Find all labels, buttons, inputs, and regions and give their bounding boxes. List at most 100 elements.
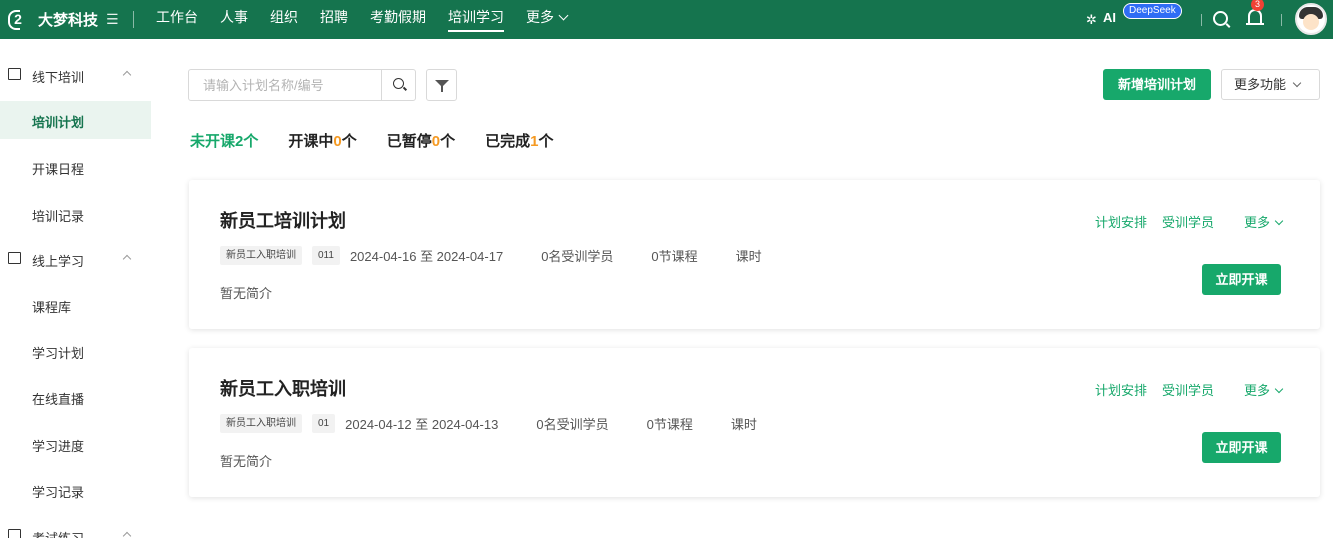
top-navigation-bar: 2 大梦科技 ☰ 工作台 人事 组织 招聘 考勤假期 培训学习 更多 ✲ AI … <box>0 0 1333 39</box>
sidebar-group-label: 线上学习 <box>32 254 85 269</box>
tab-suffix: 个 <box>341 133 357 150</box>
start-course-button[interactable]: 立即开课 <box>1202 432 1281 463</box>
main-nav: 工作台 人事 组织 招聘 考勤假期 培训学习 更多 <box>156 0 589 39</box>
company-logo[interactable]: 2 大梦科技 ☰ <box>8 8 119 30</box>
sidebar-item-label: 学习进度 <box>32 439 85 454</box>
sidebar-item-label: 培训记录 <box>32 209 85 224</box>
notification-badge: 3 <box>1251 0 1264 11</box>
nav-personnel[interactable]: 人事 <box>220 0 248 39</box>
plan-trainees-link[interactable]: 受训学员 <box>1162 212 1214 231</box>
plan-trainee-count: 0名受训学员 <box>541 248 614 264</box>
sidebar-item-study-plan[interactable]: 学习计划 <box>0 332 151 370</box>
nav-organization[interactable]: 组织 <box>270 0 298 39</box>
status-tabs: 未开课2个 开课中0个 已暂停0个 已完成1个 <box>190 130 584 151</box>
bell-icon[interactable] <box>1246 9 1264 25</box>
tab-not-started[interactable]: 未开课2个 <box>190 130 258 151</box>
tab-label: 开课中 <box>288 133 334 150</box>
ai-assistant-button[interactable]: AI <box>1103 10 1116 25</box>
ai-sparkle-icon[interactable]: ✲ <box>1086 12 1097 28</box>
filter-button[interactable] <box>426 69 457 101</box>
plan-actions: 计划安排 受训学员 更多 <box>1080 212 1284 231</box>
sidebar-group-offline-training[interactable]: 线下培训 <box>0 55 160 95</box>
sidebar-item-study-records[interactable]: 学习记录 <box>0 471 151 509</box>
plan-course-count: 0节课程 <box>651 248 698 264</box>
chevron-up-icon <box>122 531 132 538</box>
chevron-down-icon <box>1274 384 1284 394</box>
more-functions-dropdown[interactable]: 更多功能 <box>1221 69 1320 100</box>
sidebar-item-live-stream[interactable]: 在线直播 <box>0 378 151 416</box>
plan-more-label: 更多 <box>1243 383 1270 398</box>
sidebar-item-label: 培训计划 <box>32 115 85 130</box>
sidebar-item-training-plan[interactable]: 培训计划 <box>0 101 151 139</box>
start-course-button[interactable]: 立即开课 <box>1202 264 1281 295</box>
search-icon <box>393 78 404 89</box>
sidebar-item-course-schedule[interactable]: 开课日程 <box>0 148 151 186</box>
search-input[interactable] <box>189 70 381 100</box>
search-button[interactable] <box>381 70 415 100</box>
search-icon[interactable] <box>1213 11 1228 26</box>
plan-trainees-link[interactable]: 受训学员 <box>1162 380 1214 399</box>
nav-recruitment[interactable]: 招聘 <box>320 0 348 39</box>
plan-search-box <box>188 69 416 101</box>
sidebar-item-course-library[interactable]: 课程库 <box>0 286 151 324</box>
plan-schedule-link[interactable]: 计划安排 <box>1095 212 1147 231</box>
chevron-up-icon <box>122 70 132 80</box>
tab-completed[interactable]: 已完成1个 <box>485 130 553 151</box>
plan-hours: 课时 <box>735 248 762 264</box>
plan-more-dropdown[interactable]: 更多 <box>1229 212 1284 231</box>
tab-label: 已暂停 <box>386 133 432 150</box>
plan-type-tag: 新员工入职培训 <box>220 245 302 265</box>
tab-in-progress[interactable]: 开课中0个 <box>288 130 356 151</box>
plan-description: 暂无简介 <box>220 286 273 301</box>
chevron-down-icon <box>558 10 569 21</box>
sidebar: 线下培训 培训计划 开课日程 培训记录 线上学习 课程库 学习计划 在线直播 学… <box>0 39 160 538</box>
divider <box>1201 14 1202 26</box>
plan-title[interactable]: 新员工培训计划 <box>220 207 346 233</box>
nav-workbench[interactable]: 工作台 <box>156 0 198 39</box>
sidebar-item-label: 学习记录 <box>32 485 85 500</box>
training-plan-card: 新员工培训计划 新员工入职培训 011 2024-04-16 至 2024-04… <box>189 180 1320 329</box>
tab-suffix: 个 <box>538 133 554 150</box>
company-name: 大梦科技 <box>38 11 99 29</box>
plan-date-range: 2024-04-12 至 2024-04-13 <box>345 416 499 432</box>
divider <box>133 11 134 28</box>
tab-label: 已完成 <box>485 133 531 150</box>
menu-icon[interactable]: ☰ <box>106 11 119 28</box>
filter-icon <box>435 80 449 92</box>
nav-more[interactable]: 更多 <box>526 0 569 39</box>
tab-paused[interactable]: 已暂停0个 <box>387 130 455 151</box>
plan-title[interactable]: 新员工入职培训 <box>220 375 346 401</box>
tab-suffix: 个 <box>243 133 259 150</box>
logo-mark-icon: 2 <box>8 9 28 30</box>
deepseek-badge: DeepSeek <box>1123 3 1182 19</box>
online-icon <box>8 252 21 264</box>
plan-code-tag: 01 <box>312 413 336 433</box>
tab-count: 0 <box>431 133 441 150</box>
sidebar-item-study-progress[interactable]: 学习进度 <box>0 425 151 463</box>
nav-more-label: 更多 <box>526 9 554 25</box>
plan-meta: 新员工入职培训 011 2024-04-16 至 2024-04-17 0名受训… <box>220 245 762 265</box>
sidebar-item-label: 学习计划 <box>32 346 85 361</box>
sidebar-item-training-records[interactable]: 培训记录 <box>0 195 151 233</box>
plan-more-dropdown[interactable]: 更多 <box>1229 380 1284 399</box>
plan-code-tag: 011 <box>312 245 340 265</box>
training-plan-card: 新员工入职培训 新员工入职培训 01 2024-04-12 至 2024-04-… <box>189 348 1320 497</box>
exam-icon <box>8 529 21 538</box>
sidebar-group-label: 考试练习 <box>32 528 84 538</box>
nav-attendance[interactable]: 考勤假期 <box>370 0 426 39</box>
plan-type-tag: 新员工入职培训 <box>220 413 302 433</box>
sidebar-group-label: 线下培训 <box>32 70 85 85</box>
tab-suffix: 个 <box>440 133 456 150</box>
avatar[interactable] <box>1295 3 1327 35</box>
plan-schedule-link[interactable]: 计划安排 <box>1095 380 1147 399</box>
chevron-up-icon <box>122 254 132 264</box>
divider <box>1281 14 1282 26</box>
nav-training[interactable]: 培训学习 <box>448 0 504 39</box>
classroom-icon <box>8 68 21 80</box>
sidebar-group-online-learning[interactable]: 线上学习 <box>0 239 160 279</box>
add-training-plan-button[interactable]: 新增培训计划 <box>1103 69 1211 100</box>
sidebar-group-exam-practice[interactable]: 考试练习 <box>0 516 160 538</box>
sidebar-item-label: 开课日程 <box>32 162 85 177</box>
plan-more-label: 更多 <box>1243 215 1270 230</box>
avatar-face <box>1303 14 1319 30</box>
